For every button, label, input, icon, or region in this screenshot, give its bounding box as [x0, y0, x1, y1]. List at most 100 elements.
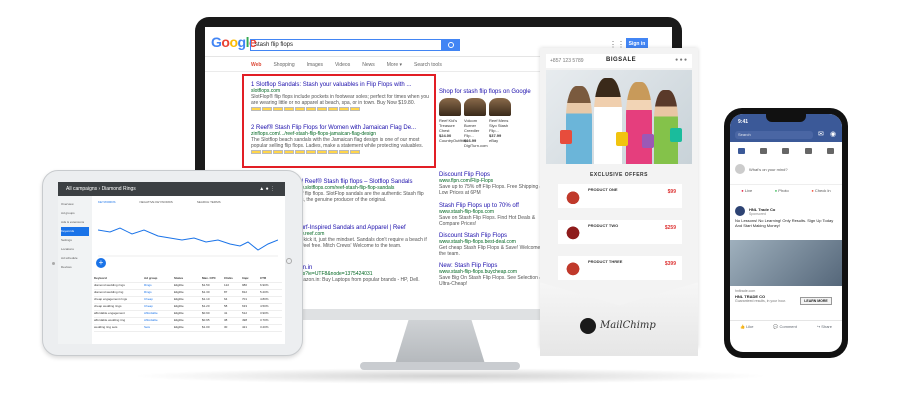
- table-row[interactable]: affordable wedding ring Affordable Eligibl…: [94, 318, 282, 325]
- result-snippet: The Slotflop beach sandals with the Jama…: [251, 137, 424, 149]
- product-card[interactable]: Volcom Burner Creedler Flip... $16.99 Di…: [464, 98, 488, 148]
- sidebar-item-devices[interactable]: Devices: [61, 263, 89, 272]
- product-store: DigiTurn.com: [464, 143, 488, 148]
- sidebar: Overview Ad groups Ads & extensions Keyw…: [58, 196, 92, 344]
- tab-search-tools[interactable]: Search tools: [414, 58, 442, 71]
- post-actions: 👍 Like 💬 Comment ↪ Share: [730, 320, 842, 329]
- sponsored-post: HNL Trade Co Sponsored No Lessons! No Le…: [730, 206, 842, 230]
- search-input[interactable]: stash flip flops: [250, 39, 442, 51]
- product-card[interactable]: Reef Mens Slyo Stash Flip... $37.99 eBay: [489, 98, 511, 148]
- adwords-dashboard: All campaigns › Diamond Rings ▲ ● ⋮ Over…: [58, 182, 285, 344]
- header-icons[interactable]: ▲ ● ⋮: [259, 182, 275, 196]
- sidebar-item-locations[interactable]: Locations: [61, 245, 89, 254]
- shopping-panel: Shop for stash flip flops on Google Reef…: [439, 89, 549, 148]
- tab-negative-keywords[interactable]: NEGATIVE KEYWORDS: [140, 200, 173, 204]
- dashboard-header: All campaigns › Diamond Rings ▲ ● ⋮: [58, 182, 285, 196]
- mailchimp-logo-icon: [580, 318, 596, 334]
- tab-search-terms[interactable]: SEARCH TERMS: [197, 200, 221, 204]
- groups-icon[interactable]: [804, 148, 812, 154]
- notifications-icon[interactable]: [782, 148, 790, 154]
- col-max-cpc[interactable]: Max. CPC: [202, 276, 224, 282]
- camera-icon[interactable]: ◉: [830, 130, 836, 138]
- home-icon[interactable]: [737, 148, 745, 154]
- sidebar-item-overview[interactable]: Overview: [61, 200, 89, 209]
- email-phone: +857 123 5789: [550, 58, 584, 64]
- sidebar-item-ads[interactable]: Ads & extensions: [61, 218, 89, 227]
- tab-web[interactable]: Web: [251, 58, 261, 71]
- comment-button[interactable]: 💬 Comment: [773, 324, 796, 329]
- status-time: 9:41: [738, 119, 749, 125]
- composer: What's on your mind? ● Live ● Photo ● Ch…: [730, 162, 842, 193]
- friends-icon[interactable]: [760, 148, 768, 154]
- offer-price: $399: [664, 261, 676, 267]
- tab-images[interactable]: Images: [307, 58, 323, 71]
- sidebar-item-keywords[interactable]: Keywords: [61, 227, 89, 236]
- result-snippet: Reef flip flops. SlotFlop sandals are th…: [293, 191, 424, 203]
- organic-result: and Reef® Stash flip flops – Slotflop Sa…: [293, 179, 433, 203]
- tab-videos[interactable]: Videos: [335, 58, 350, 71]
- like-button[interactable]: 👍 Like: [740, 324, 753, 329]
- search-button[interactable]: [442, 39, 460, 51]
- table-row[interactable]: diamond wedding rings Rings Eligible $1.50 1…: [94, 283, 282, 290]
- product-name: Reef Kid's Treasure Chest: [439, 118, 458, 133]
- col-clicks[interactable]: Clicks: [224, 276, 242, 282]
- offer-card[interactable]: PRODUCT THREE $399: [558, 256, 682, 280]
- table-row[interactable]: diamond wedding ring Rings Eligible $1.30 87…: [94, 290, 282, 297]
- share-button[interactable]: ↪ Share: [817, 324, 832, 329]
- tab-keywords[interactable]: KEYWORDS: [98, 200, 116, 204]
- advertiser-name[interactable]: HNL Trade Co: [749, 207, 775, 212]
- sidebar-item-settings[interactable]: Settings: [61, 236, 89, 245]
- shopping-title[interactable]: Shop for stash flip flops on Google: [439, 89, 549, 95]
- ad-snippet: Save Big On Stash Flip Flops. See Select…: [439, 275, 543, 287]
- offer-card[interactable]: PRODUCT TWO $259: [558, 220, 682, 244]
- imac-stand: [395, 320, 485, 364]
- product-card[interactable]: Reef Kid's Treasure Chest $24.00 Country…: [439, 98, 467, 148]
- menu-icon[interactable]: [827, 148, 835, 154]
- col-impr[interactable]: Impr.: [242, 276, 260, 282]
- live-button[interactable]: ● Live: [741, 188, 752, 193]
- ad-image[interactable]: [730, 240, 842, 286]
- shoe-image: [562, 187, 584, 205]
- ad-result: Stash Flip Flops up to 70% off www.stash…: [439, 203, 549, 227]
- facebook-nav: [730, 144, 842, 158]
- col-ctr[interactable]: CTR: [260, 276, 280, 282]
- sponsored-label: Sponsored: [749, 211, 766, 216]
- tab-more[interactable]: More ▾: [387, 58, 402, 71]
- add-fab-button[interactable]: +: [96, 258, 106, 268]
- tab-news[interactable]: News: [362, 58, 375, 71]
- product-name: Volcom Burner Creedler Flip...: [464, 118, 480, 138]
- link-subtitle: Guaranteed results, in your hour.: [735, 299, 786, 303]
- campaign-breadcrumb[interactable]: All campaigns › Diamond Rings: [66, 186, 136, 192]
- sidebar-item-ad-groups[interactable]: Ad groups: [61, 209, 89, 218]
- table-row[interactable]: cheap engagement rings Cheap Eligible $1.10…: [94, 297, 282, 304]
- status-prompt[interactable]: What's on your mind?: [749, 167, 788, 172]
- sandal-image: [464, 98, 486, 116]
- col-ad-group[interactable]: Ad group: [144, 276, 174, 282]
- messenger-icon[interactable]: ✉: [818, 130, 824, 138]
- facebook-feed: 9:41 Search ✉ ◉ What's on your mind? ● L…: [730, 114, 842, 352]
- ad-snippet: Save up to 75% off Flip Flops. Free Ship…: [439, 184, 543, 196]
- photo-button[interactable]: ● Photo: [775, 188, 789, 193]
- social-icons[interactable]: ● ● ●: [675, 57, 687, 63]
- sandal-image: [489, 98, 511, 116]
- search-input[interactable]: Search: [735, 131, 813, 139]
- offer-card[interactable]: PRODUCT ONE $99: [558, 184, 682, 208]
- result-snippet: Just kick it, just the mindset. Sandals …: [293, 237, 427, 249]
- mailchimp-wordmark: MailChimp: [600, 320, 656, 331]
- learn-more-button[interactable]: LEARN MORE: [800, 297, 832, 305]
- table-row[interactable]: affordable engagement Affordable Eligible $…: [94, 311, 282, 318]
- check-in-button[interactable]: ● Check In: [811, 188, 830, 193]
- sidebar-item-ad-schedule[interactable]: Ad schedule: [61, 254, 89, 263]
- table-row[interactable]: cheap wedding rings Cheap Eligible $1.20 58 6…: [94, 304, 282, 311]
- keyword-tabs: KEYWORDS NEGATIVE KEYWORDS SEARCH TERMS: [98, 200, 278, 204]
- ad-snippet: Save on Stash Flip Flops. Find Hot Deals…: [439, 215, 536, 227]
- tablet-home-button[interactable]: [286, 258, 292, 264]
- table-row[interactable]: wedding ring sets Sets Eligible $1.00 30 421 3…: [94, 325, 282, 332]
- handbag-image: [562, 223, 584, 241]
- col-keyword[interactable]: Keyword: [94, 276, 144, 282]
- col-status[interactable]: Status: [174, 276, 202, 282]
- tab-shopping[interactable]: Shopping: [273, 58, 294, 71]
- seo-toolbar: [251, 107, 431, 111]
- organic-result: - Surf-Inspired Sandals and Apparel | Re…: [293, 225, 433, 249]
- ad-result: Discount Flip Flops www.flpn.com/Flip-Fl…: [439, 172, 549, 196]
